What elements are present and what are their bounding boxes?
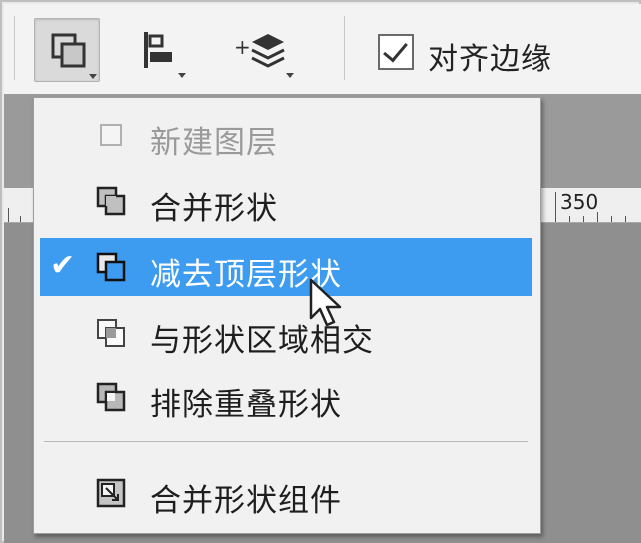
new-layer-icon xyxy=(100,124,122,146)
ruler-tick xyxy=(8,208,9,222)
exclude-overlapping-shapes-icon xyxy=(96,382,126,412)
subtract-front-shape-icon xyxy=(96,252,126,282)
align-edges-checkbox[interactable] xyxy=(378,34,414,70)
menu-item-merge-shape-components[interactable]: 合并形状组件 xyxy=(40,464,532,522)
menu-item-combine-shapes[interactable]: 合并形状 xyxy=(40,172,532,230)
app-frame: + 对齐边缘 350 新建图层 合并形状 ✔ 减去顶层形状 与形状区域相交 排除… xyxy=(0,0,641,543)
intersect-shape-areas-icon xyxy=(97,319,125,347)
path-operations-button[interactable] xyxy=(34,18,100,82)
path-arrangement-button[interactable]: + xyxy=(230,18,302,82)
checkmark-icon xyxy=(383,36,408,63)
path-alignment-button[interactable] xyxy=(134,18,194,82)
ruler-tick xyxy=(555,192,556,222)
dropdown-arrow-icon xyxy=(89,74,97,79)
svg-text:+: + xyxy=(234,35,251,59)
ruler-tick xyxy=(583,216,584,222)
dropdown-arrow-icon xyxy=(286,73,294,78)
menu-item-exclude-overlapping-shapes[interactable]: 排除重叠形状 xyxy=(40,368,532,426)
menu-item-subtract-front-shape[interactable]: ✔ 减去顶层形状 xyxy=(40,238,532,296)
dropdown-arrow-icon xyxy=(178,73,186,78)
toolbar-separator xyxy=(344,16,345,80)
merge-shape-components-icon xyxy=(96,478,126,508)
menu-item-label: 合并形状组件 xyxy=(150,483,342,519)
options-toolbar: + 对齐边缘 xyxy=(4,4,641,95)
menu-item-label: 新建图层 xyxy=(150,125,278,161)
combine-shapes-icon xyxy=(96,186,126,216)
checkmark-icon: ✔ xyxy=(50,248,76,283)
ruler-tick xyxy=(569,216,570,222)
menu-item-label: 排除重叠形状 xyxy=(150,387,342,423)
ruler-tick xyxy=(20,216,21,222)
align-edges-label: 对齐边缘 xyxy=(428,42,552,77)
path-operations-menu: 新建图层 合并形状 ✔ 减去顶层形状 与形状区域相交 排除重叠形状 合并形状组件 xyxy=(33,97,541,534)
ruler-tick xyxy=(625,216,626,222)
menu-separator xyxy=(44,441,528,442)
ruler-tick xyxy=(611,216,612,222)
menu-item-label: 合并形状 xyxy=(150,191,278,227)
mouse-pointer-icon xyxy=(309,278,342,327)
toolbar-separator xyxy=(14,16,15,80)
ruler-number: 350 xyxy=(560,190,599,214)
menu-item-new-layer: 新建图层 xyxy=(40,106,532,164)
menu-item-intersect-shape-areas[interactable]: 与形状区域相交 xyxy=(40,304,532,362)
ruler-tick xyxy=(597,212,598,222)
